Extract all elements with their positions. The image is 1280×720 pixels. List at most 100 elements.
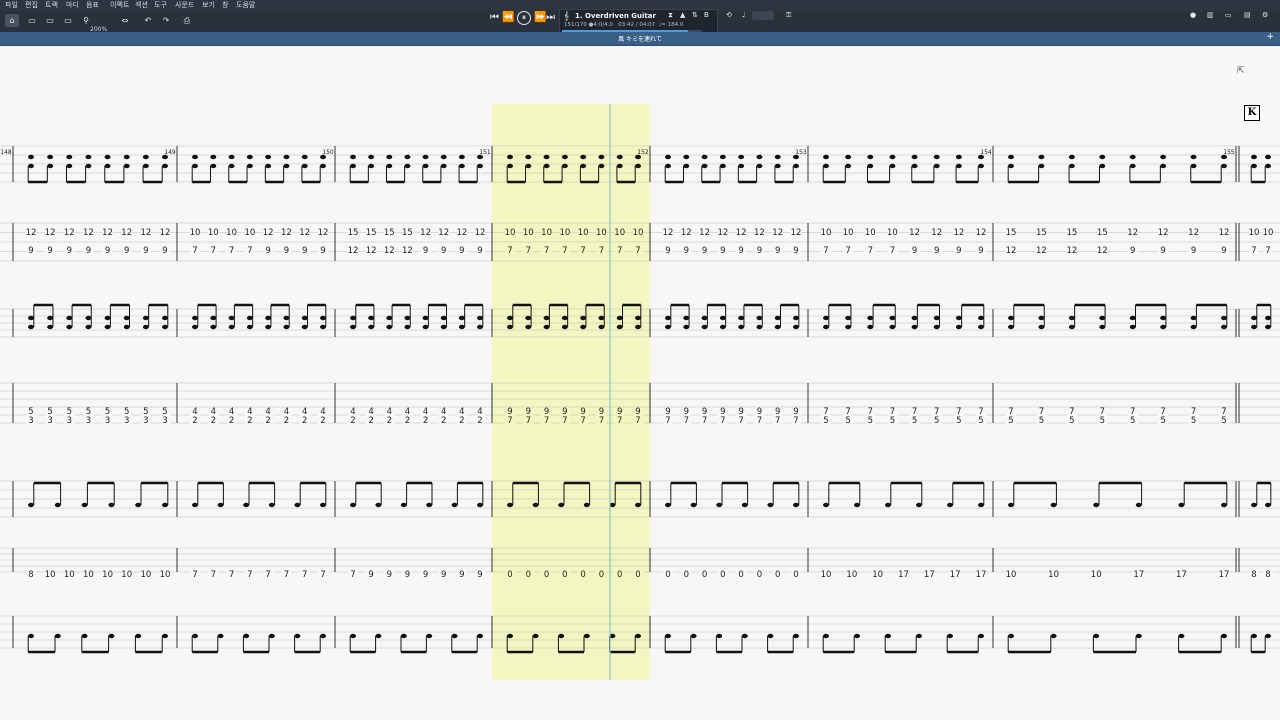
guitar-3-notehead xyxy=(268,502,275,508)
guitar-1-notehead xyxy=(368,163,375,169)
drums-notehead xyxy=(793,633,799,639)
guitar-1-notehead xyxy=(477,154,483,160)
guitar-1-notehead xyxy=(635,154,641,160)
score-canvas[interactable]: 148 149 150 151 152 153 154 15512 12 12 12 12 12 12 12… xyxy=(0,0,1280,720)
drums-notehead xyxy=(320,633,326,639)
tab-fret-number: 12 xyxy=(1158,228,1169,238)
tab-fret-number: 9 xyxy=(143,246,148,256)
tab-fret-number: 2 xyxy=(284,416,289,426)
tab-fret-number: 7 xyxy=(247,570,252,580)
guitar-3-notehead xyxy=(1008,502,1014,508)
tab-fret-number: 9 xyxy=(28,246,33,256)
tab-fret-number: 2 xyxy=(405,416,410,426)
tab-fret-number: 7 xyxy=(823,246,828,256)
drums-notehead xyxy=(583,633,590,639)
drums-notehead xyxy=(192,633,198,639)
guitar-2-notehead xyxy=(142,324,149,330)
guitar-1-notehead xyxy=(1129,154,1136,160)
guitar-1-notehead xyxy=(386,163,393,169)
tab-fret-number: 7 xyxy=(192,246,197,256)
tab-fret-number: 7 xyxy=(868,246,873,256)
tab-fret-number: 2 xyxy=(302,416,307,426)
guitar-1-notehead xyxy=(368,154,375,160)
guitar-1-notehead xyxy=(210,154,217,160)
guitar-1-notehead xyxy=(911,154,918,160)
guitar-2-notehead xyxy=(265,315,272,321)
guitar-2-notehead xyxy=(616,315,623,321)
tab-fret-number: 9 xyxy=(793,246,798,256)
tab-fret-number: 5 xyxy=(1130,416,1135,426)
tab-fret-number: 8 xyxy=(1251,570,1256,580)
guitar-1-notehead xyxy=(66,154,73,160)
guitar-1-notehead xyxy=(228,163,235,169)
tab-fret-number: 7 xyxy=(580,246,585,256)
tab-fret-number: 10 xyxy=(140,570,151,580)
tab-fret-number: 5 xyxy=(845,416,850,426)
guitar-1-notehead xyxy=(665,163,671,169)
drums-notehead xyxy=(1050,633,1057,639)
guitar-1-notehead xyxy=(47,163,54,169)
guitar-1-notehead xyxy=(823,163,829,169)
guitar-2-notehead xyxy=(477,315,483,321)
tab-fret-number: 12 xyxy=(263,228,274,238)
guitar-1-notehead xyxy=(458,163,465,169)
tab-fret-number: 10 xyxy=(208,228,219,238)
tab-fret-number: 9 xyxy=(1221,246,1226,256)
tab-fret-number: 7 xyxy=(684,416,689,426)
tab-fret-number: 10 xyxy=(541,228,552,238)
guitar-3-notehead xyxy=(885,502,891,508)
drums-notehead xyxy=(558,633,565,639)
guitar-2-notehead xyxy=(440,315,447,321)
guitar-3-notehead xyxy=(108,502,115,508)
guitar-2-notehead xyxy=(635,324,641,330)
tab-fret-number: 2 xyxy=(441,416,446,426)
drums-notehead xyxy=(635,633,641,639)
guitar-1-notehead xyxy=(1038,163,1045,169)
guitar-3-notehead xyxy=(690,502,697,508)
tab-fret-number: 12 xyxy=(475,228,486,238)
guitar-1-notehead xyxy=(756,163,763,169)
guitar-1-notehead xyxy=(525,154,532,160)
guitar-1-notehead xyxy=(104,163,111,169)
guitar-3-notehead xyxy=(854,502,860,508)
tab-fret-number: 7 xyxy=(757,416,762,426)
tab-fret-number: 0 xyxy=(562,570,567,580)
tab-fret-number: 0 xyxy=(526,570,531,580)
tab-fret-number: 9 xyxy=(684,246,689,256)
tab-fret-number: 5 xyxy=(934,416,939,426)
tab-fret-number: 7 xyxy=(507,246,512,256)
guitar-1-notehead xyxy=(1160,163,1167,169)
drums-notehead xyxy=(294,633,301,639)
guitar-2-notehead xyxy=(265,324,272,330)
tab-fret-number: 12 xyxy=(121,228,132,238)
tab-fret-number: 2 xyxy=(265,416,270,426)
guitar-2-notehead xyxy=(845,324,852,330)
guitar-1-notehead xyxy=(955,154,962,160)
guitar-3-notehead xyxy=(81,502,88,508)
tab-fret-number: 7 xyxy=(562,416,567,426)
guitar-1-notehead xyxy=(933,154,940,160)
tab-fret-number: 7 xyxy=(738,416,743,426)
guitar-2-notehead xyxy=(665,315,671,321)
tab-fret-number: 12 xyxy=(699,228,710,238)
tab-fret-number: 12 xyxy=(953,228,964,238)
tab-fret-number: 15 xyxy=(1066,228,1077,238)
drums-notehead xyxy=(1008,633,1014,639)
tab-fret-number: 12 xyxy=(64,228,75,238)
guitar-2-notehead xyxy=(28,324,34,330)
guitar-2-notehead xyxy=(228,324,235,330)
drums-notehead xyxy=(532,633,539,639)
tab-fret-number: 10 xyxy=(846,570,857,580)
drums-notehead xyxy=(54,633,61,639)
guitar-2-notehead xyxy=(162,324,168,330)
guitar-1-notehead xyxy=(404,154,411,160)
guitar-2-notehead xyxy=(598,315,605,321)
drums-notehead xyxy=(28,633,34,639)
drums-notehead xyxy=(477,633,483,639)
guitar-1-notehead xyxy=(123,163,130,169)
tab-fret-number: 3 xyxy=(47,416,52,426)
guitar-2-notehead xyxy=(123,315,130,321)
guitar-1-notehead xyxy=(911,163,918,169)
guitar-3-notehead xyxy=(28,502,34,508)
guitar-1-notehead xyxy=(756,154,763,160)
